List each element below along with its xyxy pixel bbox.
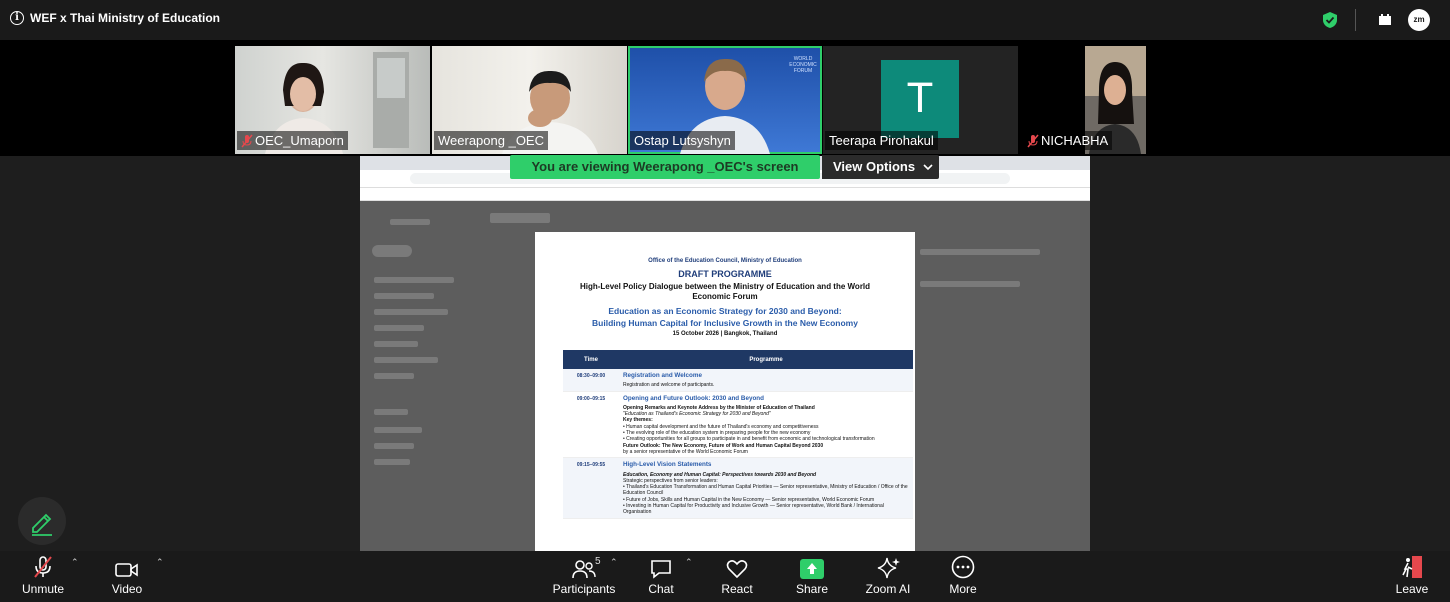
shared-browser-window: Office of the Education Council, Ministr… — [360, 156, 1090, 551]
avatar: T — [881, 60, 959, 138]
share-screen-icon — [800, 559, 824, 579]
table-row: 09:00–09:15 Opening and Future Outlook: … — [563, 392, 913, 459]
programme-table: Time Programme 08:30–09:00 Registration … — [563, 350, 913, 519]
doc-org: Office of the Education Council, Ministr… — [648, 258, 802, 264]
react-button[interactable]: React — [718, 551, 756, 602]
participant-tile-active-speaker[interactable]: WORLD ECONOMIC FORUM Ostap Lutsyshyn — [628, 46, 822, 154]
participant-name-label: OEC_Umaporn — [237, 131, 348, 150]
more-button[interactable]: More — [945, 551, 981, 602]
audio-options-caret-icon[interactable]: ⌃ — [71, 557, 79, 568]
doc-dialogue-title: High-Level Policy Dialogue between the M… — [579, 282, 871, 301]
table-row: 08:30–09:00 Registration and Welcome Reg… — [563, 369, 913, 392]
participant-name-label: Weerapong _OEC — [434, 131, 548, 150]
more-dots-icon — [951, 555, 975, 579]
participants-button[interactable]: Participants — [553, 551, 615, 602]
leave-button[interactable]: Leave — [1394, 551, 1430, 602]
programme-document: Office of the Education Council, Ministr… — [535, 232, 915, 551]
browser-bookmarks-bar — [360, 188, 1090, 201]
zoom-app-icon[interactable]: zm — [1408, 9, 1430, 31]
topbar-divider — [1355, 9, 1356, 31]
view-layout-icon[interactable] — [1378, 13, 1392, 27]
participant-tile[interactable]: Weerapong _OEC — [432, 46, 627, 154]
participant-tile[interactable]: T Teerapa Pirohakul — [823, 46, 1018, 154]
participant-name-label: NICHABHA — [1023, 131, 1113, 150]
info-icon[interactable]: i — [10, 11, 24, 25]
participant-name-label: Teerapa Pirohakul — [825, 131, 938, 150]
muted-mic-icon — [34, 556, 52, 578]
view-options-button[interactable]: View Options — [822, 155, 939, 179]
sparkle-icon — [877, 557, 900, 579]
participants-count: 5 — [595, 556, 601, 567]
participant-tile[interactable]: NICHABHA — [1019, 46, 1146, 154]
participants-icon — [572, 560, 596, 579]
heart-icon — [726, 560, 748, 579]
table-header: Time Programme — [563, 350, 913, 369]
encryption-shield-icon[interactable] — [1322, 11, 1338, 29]
participant-name-label: Ostap Lutsyshyn — [630, 131, 735, 150]
meeting-title[interactable]: i WEF x Thai Ministry of Education — [10, 11, 220, 25]
doc-heading: DRAFT PROGRAMME — [678, 269, 772, 279]
share-screen-button[interactable]: Share — [792, 551, 832, 602]
meeting-topbar: i WEF x Thai Ministry of Education zm — [0, 0, 1450, 40]
chat-bubble-icon — [651, 560, 671, 579]
muted-mic-icon — [241, 134, 253, 147]
pencil-icon — [32, 513, 52, 536]
video-button[interactable]: Video — [108, 551, 146, 602]
doc-theme: Education as an Economic Strategy for 20… — [592, 306, 858, 328]
participants-options-caret-icon[interactable]: ⌃ — [610, 557, 618, 568]
video-options-caret-icon[interactable]: ⌃ — [156, 557, 164, 568]
meeting-controls-toolbar: Unmute ⌃ Video ⌃ Participants 5 ⌃ Chat ⌃… — [0, 551, 1450, 602]
participant-tile[interactable]: OEC_Umaporn — [235, 46, 430, 154]
screen-share-banner: You are viewing Weerapong _OEC's screen — [510, 155, 820, 179]
doc-date: 15 October 2026 | Bangkok, Thailand — [672, 331, 778, 337]
video-camera-icon — [115, 563, 138, 577]
chevron-down-icon — [923, 164, 933, 171]
annotate-button[interactable] — [18, 497, 66, 545]
table-row: 09:15–09:55 High-Level Vision Statements… — [563, 458, 913, 519]
chat-options-caret-icon[interactable]: ⌃ — [685, 557, 693, 568]
participant-video-strip: OEC_Umaporn Weerapong _OEC WORLD ECONOMI… — [0, 40, 1450, 156]
leave-door-icon — [1402, 556, 1422, 578]
muted-mic-icon — [1027, 134, 1039, 147]
unmute-button[interactable]: Unmute — [18, 551, 68, 602]
zoom-ai-button[interactable]: Zoom AI — [862, 551, 914, 602]
svg-text:FORUM: FORUM — [794, 68, 812, 74]
meeting-title-text: WEF x Thai Ministry of Education — [30, 11, 221, 25]
shared-screen-area[interactable]: Office of the Education Council, Ministr… — [0, 156, 1450, 551]
chat-button[interactable]: Chat — [646, 551, 676, 602]
